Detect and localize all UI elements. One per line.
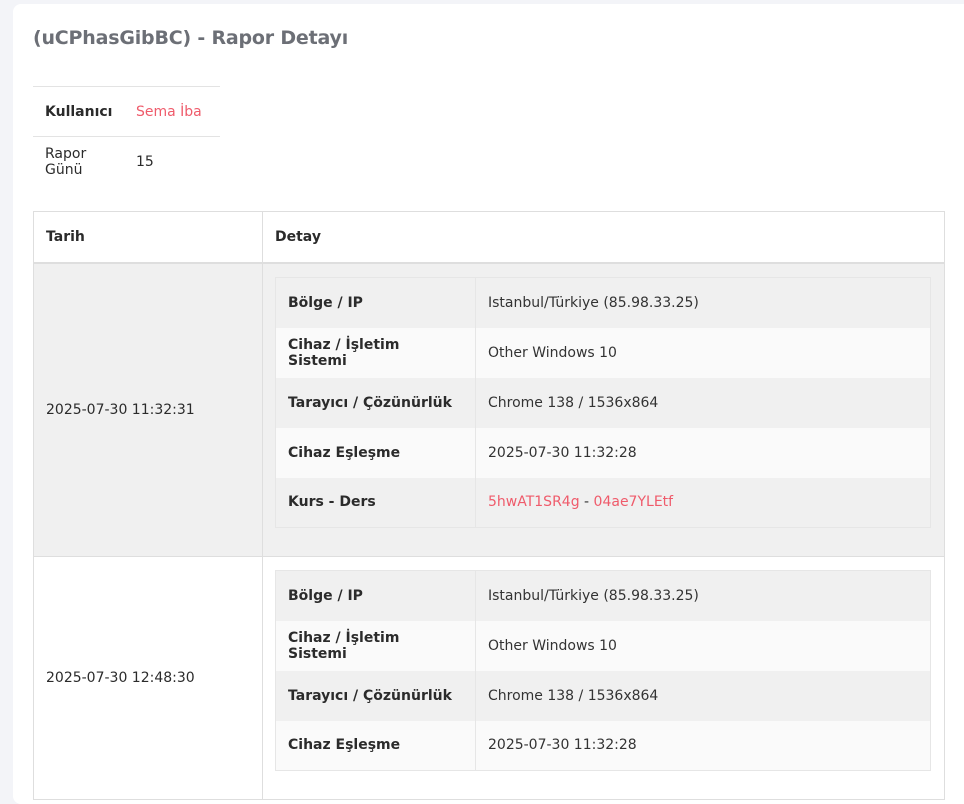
- user-label: Kullanıcı: [33, 86, 134, 137]
- detail-row-pairing: Cihaz Eşleşme 2025-07-30 11:32:28: [275, 427, 931, 478]
- region-label: Bölge / IP: [275, 277, 476, 328]
- detail-row-course: Kurs - Ders 5hwAT1SR4g - 04ae7YLEtf: [275, 477, 931, 528]
- region-value: Istanbul/Türkiye (85.98.33.25): [475, 277, 931, 328]
- device-label: Cihaz / İşletim Sistemi: [275, 327, 476, 378]
- detail-row-device: Cihaz / İşletim Sistemi Other Windows 10: [275, 620, 931, 671]
- detail-row-device: Cihaz / İşletim Sistemi Other Windows 10: [275, 327, 931, 378]
- course-value: 5hwAT1SR4g - 04ae7YLEtf: [475, 477, 931, 528]
- device-label: Cihaz / İşletim Sistemi: [275, 620, 476, 671]
- course-label: Kurs - Ders: [275, 477, 476, 528]
- days-label: Rapor Günü: [45, 145, 87, 178]
- summary-row-user: Kullanıcı Sema İba: [33, 86, 220, 137]
- days-value: 15: [136, 153, 154, 170]
- browser-value: Chrome 138 / 1536x864: [475, 377, 931, 428]
- summary-row-days: Rapor Günü 15: [33, 137, 220, 187]
- header-date: Tarih: [33, 210, 263, 264]
- device-value: Other Windows 10: [475, 620, 931, 671]
- detail-table: Bölge / IP Istanbul/Türkiye (85.98.33.25…: [275, 277, 931, 528]
- row-detail: Bölge / IP Istanbul/Türkiye (85.98.33.25…: [262, 262, 945, 557]
- region-label: Bölge / IP: [275, 570, 476, 621]
- browser-label: Tarayıcı / Çözünürlük: [275, 377, 476, 428]
- header-detail: Detay: [262, 210, 945, 264]
- table-row: 2025-07-30 11:32:31 Bölge / IP Istanbul/…: [33, 262, 945, 557]
- region-value: Istanbul/Türkiye (85.98.33.25): [475, 570, 931, 621]
- course-separator: -: [579, 494, 594, 511]
- detail-table: Bölge / IP Istanbul/Türkiye (85.98.33.25…: [275, 570, 931, 771]
- pairing-value: 2025-07-30 11:32:28: [475, 720, 931, 771]
- detail-row-browser: Tarayıcı / Çözünürlük Chrome 138 / 1536x…: [275, 670, 931, 721]
- detail-row-region: Bölge / IP Istanbul/Türkiye (85.98.33.25…: [275, 570, 931, 621]
- pairing-label: Cihaz Eşleşme: [275, 720, 476, 771]
- course-link[interactable]: 5hwAT1SR4g: [488, 494, 580, 510]
- detail-row-browser: Tarayıcı / Çözünürlük Chrome 138 / 1536x…: [275, 377, 931, 428]
- table-row: 2025-07-30 12:48:30 Bölge / IP Istanbul/…: [33, 556, 945, 800]
- row-date: 2025-07-30 12:48:30: [33, 556, 263, 800]
- page-title: (uCPhasGibBC) - Rapor Detayı: [33, 27, 349, 49]
- detail-row-pairing: Cihaz Eşleşme 2025-07-30 11:32:28: [275, 720, 931, 771]
- report-card: (uCPhasGibBC) - Rapor Detayı Kullanıcı S…: [13, 4, 964, 804]
- report-table: Tarih Detay 2025-07-30 11:32:31 Bölge / …: [33, 210, 945, 800]
- browser-label: Tarayıcı / Çözünürlük: [275, 670, 476, 721]
- summary-table: Kullanıcı Sema İba Rapor Günü 15: [33, 86, 220, 187]
- pairing-label: Cihaz Eşleşme: [275, 427, 476, 478]
- report-header-row: Tarih Detay: [33, 210, 945, 264]
- lesson-link[interactable]: 04ae7YLEtf: [594, 494, 674, 510]
- detail-row-region: Bölge / IP Istanbul/Türkiye (85.98.33.25…: [275, 277, 931, 328]
- row-detail: Bölge / IP Istanbul/Türkiye (85.98.33.25…: [262, 556, 945, 800]
- row-date: 2025-07-30 11:32:31: [33, 262, 263, 557]
- user-link[interactable]: Sema İba: [136, 104, 202, 120]
- browser-value: Chrome 138 / 1536x864: [475, 670, 931, 721]
- pairing-value: 2025-07-30 11:32:28: [475, 427, 931, 478]
- device-value: Other Windows 10: [475, 327, 931, 378]
